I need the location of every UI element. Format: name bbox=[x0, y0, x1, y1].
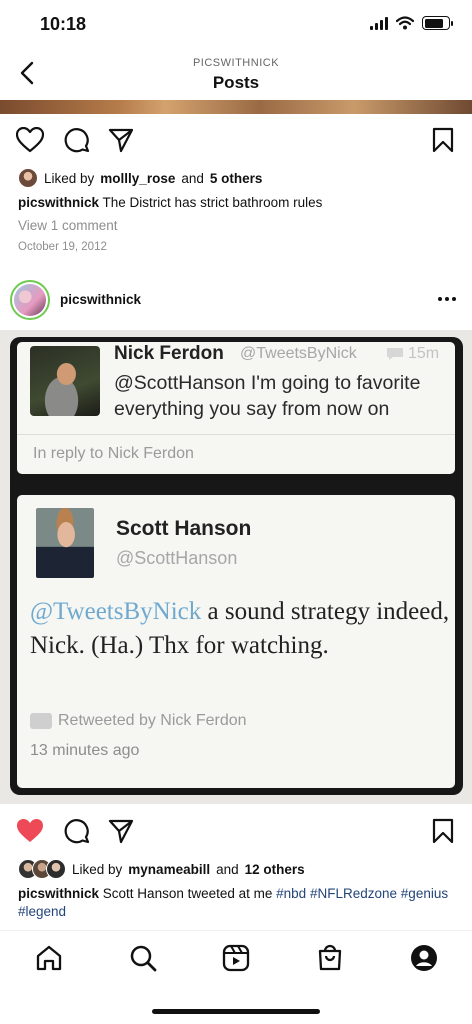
share-icon[interactable] bbox=[108, 127, 134, 153]
tweet1-time: 15m bbox=[386, 345, 439, 363]
tweet1-text: @ScottHanson I'm going to favorite every… bbox=[114, 372, 421, 420]
caption-username[interactable]: picswithnick bbox=[18, 195, 99, 210]
bottom-nav bbox=[0, 930, 472, 990]
header-account: PICSWITHNICK bbox=[192, 57, 280, 69]
tweet2-text: @TweetsByNick a sound strategy indeed, N… bbox=[30, 595, 450, 663]
bookmark-icon[interactable] bbox=[432, 818, 454, 844]
search-icon[interactable] bbox=[128, 943, 158, 973]
tweet1-reply-label: In reply to Nick Ferdon bbox=[33, 445, 194, 462]
battery-icon bbox=[422, 16, 453, 30]
tweet1-time-label: 15m bbox=[408, 345, 440, 362]
home-indicator bbox=[152, 1009, 320, 1014]
retweeted-label: Retweeted by Nick Ferdon bbox=[58, 712, 247, 729]
hashtag[interactable]: #NFLRedzone bbox=[310, 886, 397, 901]
caption-username[interactable]: picswithnick bbox=[18, 886, 99, 901]
post2-caption: picswithnick Scott Hanson tweeted at me … bbox=[18, 885, 458, 921]
tweet1-handle: @TweetsByNick bbox=[240, 345, 357, 362]
tweet2-avatar bbox=[36, 508, 94, 578]
post2-actions bbox=[16, 818, 456, 848]
share-icon[interactable] bbox=[108, 818, 134, 844]
tweet1-name: Nick Ferdon bbox=[114, 343, 224, 364]
liked-user[interactable]: mollly_rose bbox=[100, 171, 175, 186]
reels-icon[interactable] bbox=[221, 943, 251, 973]
likes-and: and bbox=[181, 170, 204, 186]
liker-avatars bbox=[18, 859, 66, 879]
like-heart-icon[interactable] bbox=[16, 127, 44, 153]
comment-icon[interactable] bbox=[64, 127, 90, 153]
liked-others[interactable]: 12 others bbox=[245, 862, 305, 877]
tweet2-name: Scott Hanson bbox=[116, 517, 252, 540]
more-options-icon[interactable] bbox=[438, 297, 456, 301]
tweet2-mention: @TweetsByNick bbox=[30, 598, 202, 625]
wifi-icon bbox=[396, 16, 414, 30]
hashtag[interactable]: #nbd bbox=[276, 886, 306, 901]
post2-username[interactable]: picswithnick bbox=[60, 292, 141, 307]
tweet2-handle: @ScottHanson bbox=[116, 548, 238, 568]
divider bbox=[17, 434, 455, 435]
caption-text: Scott Hanson tweeted at me bbox=[102, 886, 273, 901]
retweet-info: Retweeted by Nick Ferdon bbox=[30, 712, 247, 730]
home-icon[interactable] bbox=[34, 943, 64, 973]
page-title: Posts bbox=[212, 73, 260, 92]
likes-prefix: Liked by bbox=[72, 861, 123, 877]
status-icons bbox=[370, 16, 453, 30]
speech-bubble-icon bbox=[387, 348, 403, 360]
post1-actions bbox=[16, 127, 456, 157]
signal-icon bbox=[370, 16, 388, 30]
hashtag[interactable]: #genius bbox=[401, 886, 448, 901]
like-heart-filled-icon[interactable] bbox=[16, 818, 44, 844]
comment-icon[interactable] bbox=[64, 818, 90, 844]
bookmark-icon[interactable] bbox=[432, 127, 454, 153]
profile-icon[interactable] bbox=[409, 943, 439, 973]
likes-prefix: Liked by bbox=[44, 170, 95, 186]
hashtag[interactable]: #legend bbox=[18, 904, 66, 919]
liked-others[interactable]: 5 others bbox=[210, 171, 263, 186]
liked-user[interactable]: mynameabill bbox=[128, 862, 210, 877]
retweet-icon bbox=[30, 713, 52, 729]
likes-and: and bbox=[216, 861, 239, 877]
liker-avatar bbox=[46, 859, 66, 879]
post2-avatar[interactable] bbox=[10, 280, 50, 320]
caption-text: The District has strict bathroom rules bbox=[102, 195, 323, 210]
liker-avatar bbox=[18, 168, 38, 188]
post2-likes[interactable]: Liked by mynameabill and 12 others bbox=[18, 859, 305, 879]
tweet2-time: 13 minutes ago bbox=[30, 742, 140, 759]
post1-caption: picswithnick The District has strict bat… bbox=[18, 194, 458, 212]
previous-post-image[interactable] bbox=[0, 100, 472, 114]
status-time: 10:18 bbox=[40, 14, 87, 34]
post1-likes[interactable]: Liked by mollly_rose and 5 others bbox=[18, 168, 262, 188]
post1-date: October 19, 2012 bbox=[18, 241, 107, 253]
shop-icon[interactable] bbox=[315, 943, 345, 973]
view-comments-link[interactable]: View 1 comment bbox=[18, 217, 458, 235]
tweet1-avatar bbox=[30, 346, 100, 416]
